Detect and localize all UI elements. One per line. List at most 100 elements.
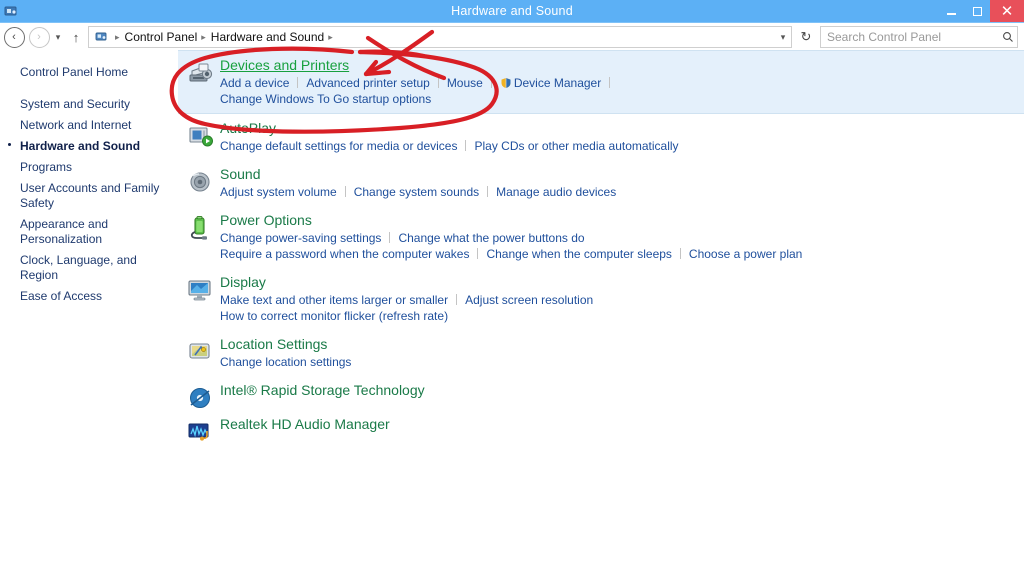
recent-locations-button[interactable]: ▾: [50, 26, 66, 48]
title-bar: Hardware and Sound ✕: [0, 0, 1024, 23]
refresh-button[interactable]: ↻: [796, 26, 816, 48]
location-icon: [186, 337, 216, 367]
settings-link[interactable]: Change power-saving settings: [220, 231, 381, 245]
settings-link[interactable]: Change system sounds: [354, 185, 479, 199]
link-separator: [389, 232, 391, 243]
section-link-row: How to correct monitor flicker (refresh …: [220, 308, 1018, 324]
address-dropdown-icon[interactable]: ▾: [775, 32, 791, 43]
settings-link[interactable]: Choose a power plan: [689, 247, 802, 261]
section-links: Change power-saving settings Change what …: [220, 230, 1018, 262]
sidebar-item-appearance-and-personalization[interactable]: Appearance and Personalization: [0, 214, 178, 250]
settings-link[interactable]: Change location settings: [220, 355, 351, 369]
breadcrumb-separator-1: ▸: [201, 31, 206, 42]
window-title: Hardware and Sound: [451, 4, 573, 18]
section-title-link[interactable]: Intel® Rapid Storage Technology: [220, 382, 425, 399]
sidebar: Control Panel Home System and Security Ne…: [0, 50, 178, 576]
back-arrow-icon: ‹: [3, 26, 25, 48]
section-link-row: Change location settings: [220, 354, 1018, 370]
search-placeholder: Search Control Panel: [827, 30, 942, 44]
settings-link[interactable]: Adjust screen resolution: [465, 293, 593, 307]
back-button[interactable]: ‹: [3, 26, 25, 48]
settings-list: Devices and Printers Add a device Advanced…: [178, 50, 1024, 576]
link-separator: [297, 77, 299, 88]
sidebar-item-clock-language-and-region[interactable]: Clock, Language, and Region: [0, 250, 178, 286]
sidebar-item-system-and-security[interactable]: System and Security: [0, 94, 178, 115]
link-separator: [609, 77, 611, 88]
section-links: Adjust system volume Change system sounds…: [220, 184, 1018, 200]
section-link-row: Add a device Advanced printer setup Mouse D…: [220, 75, 1024, 91]
breadcrumb-separator-2[interactable]: ▸: [326, 32, 336, 43]
forward-button[interactable]: ›: [28, 26, 50, 48]
section-title-link[interactable]: Power Options: [220, 212, 312, 229]
settings-link[interactable]: Mouse: [447, 76, 483, 90]
content-area: Control Panel Home System and Security Ne…: [0, 50, 1024, 576]
settings-link[interactable]: How to correct monitor flicker (refresh …: [220, 309, 448, 323]
sidebar-item-ease-of-access[interactable]: Ease of Access: [0, 286, 178, 307]
section-links: Change default settings for media or dev…: [220, 138, 1018, 154]
breadcrumb[interactable]: ▸ Control Panel ▸ Hardware and Sound ▸ ▾: [88, 26, 792, 48]
section-links: Change location settings: [220, 354, 1018, 370]
settings-link[interactable]: Play CDs or other media automatically: [474, 139, 678, 153]
sidebar-item-programs[interactable]: Programs: [0, 157, 178, 178]
settings-link[interactable]: Require a password when the computer wak…: [220, 247, 469, 261]
section-link-row: Adjust system volume Change system sounds…: [220, 184, 1018, 200]
section-title-link[interactable]: AutoPlay: [220, 120, 276, 137]
breadcrumb-separator-0: ▸: [115, 31, 120, 42]
section-link-row: Make text and other items larger or smal…: [220, 292, 1018, 308]
settings-link[interactable]: Device Manager: [514, 76, 601, 90]
link-separator: [437, 77, 439, 88]
address-bar: ‹ › ▾ ↑ ▸ Control Panel ▸ Hardware and S…: [0, 23, 1024, 51]
section-title-link[interactable]: Display: [220, 274, 266, 291]
sidebar-item-network-and-internet[interactable]: Network and Internet: [0, 115, 178, 136]
settings-section: Display Make text and other items larger …: [182, 268, 1018, 330]
settings-link[interactable]: Manage audio devices: [496, 185, 616, 199]
power-icon: [186, 213, 216, 243]
link-separator: [679, 248, 681, 259]
settings-link[interactable]: Change when the computer sleeps: [486, 247, 671, 261]
section-title-link[interactable]: Sound: [220, 166, 260, 183]
section-links: Add a device Advanced printer setup Mouse D…: [220, 75, 1024, 107]
maximize-button[interactable]: [964, 0, 990, 22]
breadcrumb-item-1[interactable]: Hardware and Sound: [209, 30, 326, 44]
settings-section: AutoPlay Change default settings for medi…: [182, 114, 1018, 160]
settings-link[interactable]: Make text and other items larger or smal…: [220, 293, 448, 307]
settings-section: Intel® Rapid Storage Technology: [182, 376, 1018, 410]
settings-section: Sound Adjust system volume Change system s…: [182, 160, 1018, 206]
settings-section: Power Options Change power-saving setting…: [182, 206, 1018, 268]
link-separator: [477, 248, 479, 259]
section-link-row: Change power-saving settings Change what …: [220, 230, 1018, 246]
settings-link[interactable]: Change default settings for media or dev…: [220, 139, 457, 153]
search-input[interactable]: Search Control Panel: [820, 26, 1018, 48]
section-title-link[interactable]: Location Settings: [220, 336, 327, 353]
uac-shield-icon: [500, 77, 512, 89]
section-link-row: Require a password when the computer wak…: [220, 246, 1018, 262]
sidebar-item-user-accounts-and-family-safety[interactable]: User Accounts and Family Safety: [0, 178, 178, 214]
settings-link[interactable]: Change Windows To Go startup options: [220, 92, 431, 106]
display-icon: [186, 275, 216, 305]
section-title-link[interactable]: Devices and Printers: [220, 57, 349, 74]
minimize-button[interactable]: [938, 0, 964, 22]
intel-icon: [186, 383, 216, 413]
settings-section: Realtek HD Audio Manager: [182, 410, 1018, 444]
up-button[interactable]: ↑: [66, 26, 86, 48]
sidebar-item-control-panel-home[interactable]: Control Panel Home: [0, 62, 178, 83]
sidebar-item-hardware-and-sound[interactable]: Hardware and Sound: [0, 136, 178, 157]
close-button[interactable]: ✕: [990, 0, 1024, 22]
settings-link[interactable]: Add a device: [220, 76, 289, 90]
settings-link[interactable]: Advanced printer setup: [306, 76, 429, 90]
control-panel-icon: [3, 3, 19, 19]
sound-icon: [186, 167, 216, 197]
section-title-link[interactable]: Realtek HD Audio Manager: [220, 416, 390, 433]
forward-arrow-icon: ›: [28, 26, 50, 48]
window-controls: ✕: [938, 0, 1024, 22]
link-separator: [465, 140, 467, 151]
settings-section: Devices and Printers Add a device Advanced…: [178, 50, 1024, 114]
settings-link[interactable]: Change what the power buttons do: [398, 231, 584, 245]
settings-link[interactable]: Adjust system volume: [220, 185, 337, 199]
breadcrumb-item-0[interactable]: Control Panel: [123, 30, 200, 44]
settings-section: Location Settings Change location setting…: [182, 330, 1018, 376]
breadcrumb-control-panel-icon: [93, 29, 111, 45]
section-link-row: Change default settings for media or dev…: [220, 138, 1018, 154]
link-separator: [456, 294, 458, 305]
link-separator: [487, 186, 489, 197]
